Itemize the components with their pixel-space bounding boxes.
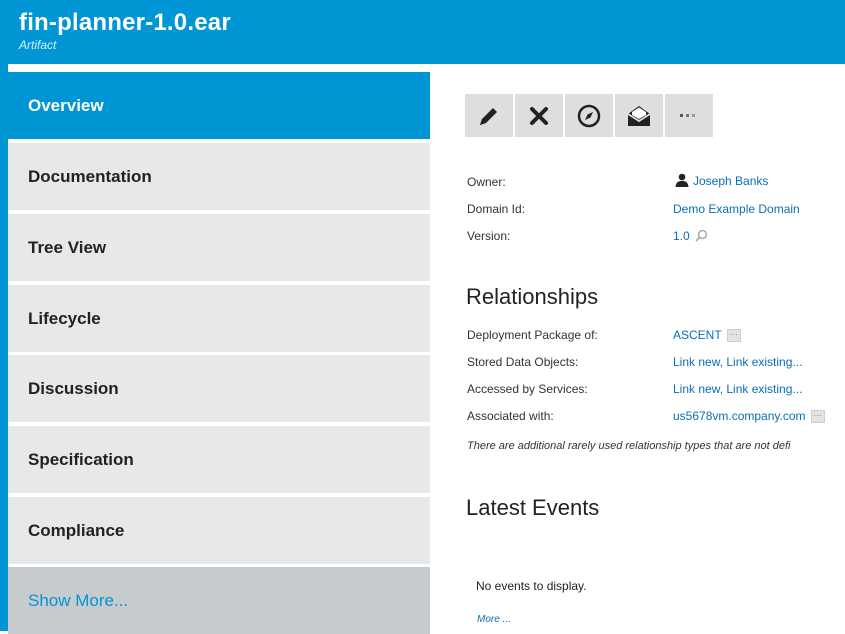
- relationships-heading: Relationships: [466, 284, 599, 309]
- user-icon: [675, 173, 689, 187]
- email-button[interactable]: [615, 94, 663, 137]
- sidebar-item-label: Compliance: [28, 520, 125, 540]
- ellipsis-icon[interactable]: ···: [726, 329, 741, 343]
- sidebar-item-label: Tree View: [28, 237, 107, 257]
- owner-label: Owner:: [467, 175, 506, 189]
- version-label: Version:: [467, 229, 511, 243]
- compass-icon: [577, 104, 601, 127]
- version-value: 1.0: [673, 229, 690, 243]
- relationship-label: Deployment Package of:: [467, 328, 598, 342]
- relationship-value[interactable]: us5678vm.company.com ···: [673, 409, 825, 424]
- owner-link[interactable]: Joseph Banks: [673, 173, 768, 188]
- accessed-services-links[interactable]: Link new, Link existing...: [673, 382, 802, 396]
- sidebar-item-label: Documentation: [28, 166, 152, 186]
- ellipsis-icon[interactable]: ···: [810, 410, 825, 424]
- relationship-label: Accessed by Services:: [467, 382, 588, 396]
- sidebar-item-discussion[interactable]: Discussion: [8, 355, 430, 422]
- page-subtitle: Artifact: [19, 38, 57, 52]
- domain-label: Domain Id:: [467, 202, 526, 216]
- page-title: fin-planner-1.0.ear: [19, 9, 231, 36]
- action-toolbar: [465, 94, 715, 137]
- edit-icon: [480, 107, 497, 125]
- sidebar-item-tree-view[interactable]: Tree View: [8, 214, 430, 281]
- sidebar-item-label: Overview: [28, 95, 104, 115]
- sidebar-item-compliance[interactable]: Compliance: [8, 497, 430, 564]
- relationship-link[interactable]: us5678vm.company.com: [673, 409, 806, 423]
- envelope-icon: [627, 105, 651, 126]
- left-accent-strip: [0, 64, 8, 631]
- more-actions-button[interactable]: [665, 94, 713, 137]
- relationship-value[interactable]: ASCENT ···: [673, 328, 741, 343]
- sidebar-item-label: Lifecycle: [28, 308, 101, 328]
- sidebar-item-overview[interactable]: Overview: [8, 72, 430, 139]
- sidebar-item-lifecycle[interactable]: Lifecycle: [8, 285, 430, 352]
- relationship-label: Associated with:: [467, 409, 554, 423]
- stored-data-links[interactable]: Link new, Link existing...: [673, 355, 802, 369]
- more-events-link[interactable]: More ...: [477, 614, 511, 625]
- version-link[interactable]: 1.0: [673, 229, 708, 243]
- owner-value: Joseph Banks: [693, 174, 769, 188]
- more-icon: [680, 113, 695, 117]
- relationship-label: Stored Data Objects:: [467, 355, 579, 369]
- show-more-link[interactable]: Show More...: [8, 567, 430, 634]
- show-more-label: Show More...: [28, 590, 129, 610]
- delete-button[interactable]: [515, 94, 563, 137]
- navigate-button[interactable]: [565, 94, 613, 137]
- close-icon: [530, 106, 548, 125]
- sidebar-item-documentation[interactable]: Documentation: [8, 143, 430, 210]
- page-header: fin-planner-1.0.ear Artifact: [0, 0, 845, 64]
- relationship-link[interactable]: ASCENT: [673, 328, 722, 342]
- relationships-note: There are additional rarely used relatio…: [467, 440, 791, 452]
- sidebar-item-specification[interactable]: Specification: [8, 426, 430, 493]
- sidebar-item-label: Discussion: [28, 378, 119, 398]
- no-events-text: No events to display.: [476, 579, 587, 593]
- domain-link[interactable]: Demo Example Domain: [673, 202, 800, 216]
- sidebar-item-label: Specification: [28, 449, 134, 469]
- search-icon: [695, 229, 708, 242]
- latest-events-heading: Latest Events: [466, 495, 600, 520]
- edit-button[interactable]: [465, 94, 513, 137]
